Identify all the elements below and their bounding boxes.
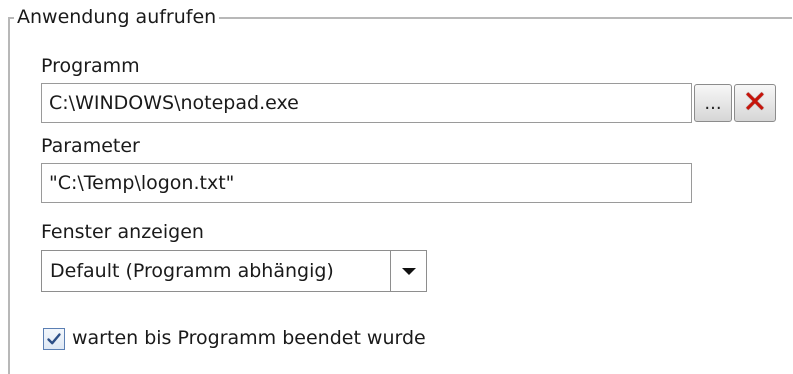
browse-button[interactable]: ... — [694, 84, 732, 122]
checkmark-icon — [47, 333, 61, 345]
program-input[interactable]: C:\WINDOWS\notepad.exe — [41, 83, 692, 123]
browse-button-label: ... — [704, 92, 722, 114]
clear-program-button[interactable]: ✕ — [734, 84, 776, 122]
wait-checkbox[interactable] — [43, 328, 65, 350]
window-mode-label: Fenster anzeigen — [41, 221, 204, 243]
dropdown-button[interactable] — [390, 251, 426, 291]
window-mode-value: Default (Programm abhängig) — [50, 260, 334, 282]
chevron-down-icon — [401, 267, 416, 275]
dialog-panel: Anwendung aufrufen Programm C:\WINDOWS\n… — [0, 0, 793, 374]
red-x-icon: ✕ — [742, 85, 768, 120]
parameter-input[interactable]: "C:\Temp\logon.txt" — [41, 163, 692, 203]
parameter-label: Parameter — [41, 135, 140, 157]
window-mode-select[interactable]: Default (Programm abhängig) — [41, 250, 427, 292]
program-label: Programm — [41, 55, 140, 77]
group-box-title: Anwendung aufrufen — [14, 4, 220, 30]
wait-checkbox-label[interactable]: warten bis Programm beendet wurde — [72, 326, 426, 350]
